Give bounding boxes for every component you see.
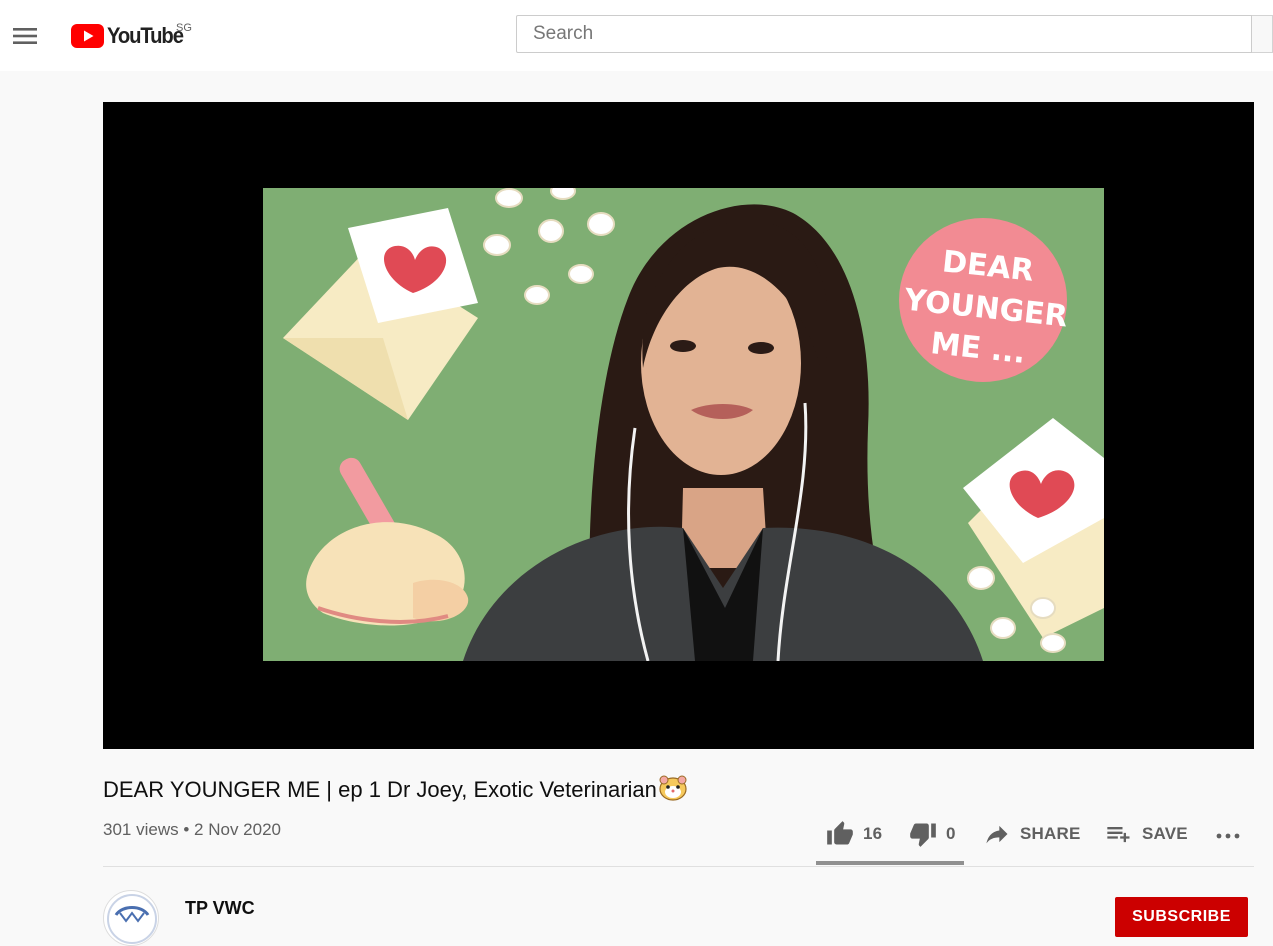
share-button[interactable]: SHARE bbox=[982, 812, 1081, 856]
subscribe-button[interactable]: SUBSCRIBE bbox=[1115, 897, 1248, 937]
masthead: YouTube SG bbox=[0, 0, 1273, 71]
video-actions: 16 0 SHARE SAVE bbox=[816, 812, 1256, 865]
youtube-wordmark: YouTube bbox=[107, 23, 184, 48]
channel-logo-icon bbox=[107, 894, 157, 944]
video-player[interactable]: DEAR YOUNGER ME ... bbox=[103, 102, 1254, 749]
video-meta: 301 views • 2 Nov 2020 bbox=[103, 820, 281, 840]
like-button[interactable]: 16 bbox=[824, 812, 882, 856]
thumbs-up-icon bbox=[827, 821, 853, 845]
playlist-add-icon bbox=[1107, 827, 1130, 843]
share-arrow-icon bbox=[986, 825, 1008, 844]
more-horizontal-icon bbox=[1216, 833, 1240, 839]
hamster-face-icon bbox=[659, 775, 687, 807]
upload-date: 2 Nov 2020 bbox=[194, 820, 281, 839]
video-title-text: DEAR YOUNGER ME | ep 1 Dr Joey, Exotic V… bbox=[103, 777, 657, 802]
like-dislike-sentiment-bar bbox=[816, 861, 964, 865]
sentiment-bar-fill bbox=[816, 861, 964, 865]
search-input[interactable] bbox=[517, 16, 1251, 52]
share-label: SHARE bbox=[1020, 824, 1081, 843]
video-title: DEAR YOUNGER ME | ep 1 Dr Joey, Exotic V… bbox=[103, 775, 687, 807]
guide-menu-button[interactable] bbox=[10, 21, 40, 51]
video-thumbnail-scene: DEAR YOUNGER ME ... bbox=[263, 188, 1104, 661]
view-count: 301 views bbox=[103, 820, 179, 839]
search-button[interactable] bbox=[1252, 15, 1273, 53]
save-label: SAVE bbox=[1142, 824, 1188, 843]
region-code: SG bbox=[176, 22, 192, 34]
meta-separator: • bbox=[183, 820, 190, 839]
hamburger-menu-icon bbox=[13, 28, 37, 44]
youtube-logo[interactable]: YouTube bbox=[71, 19, 189, 53]
more-actions-button[interactable] bbox=[1214, 812, 1242, 856]
video-frame: DEAR YOUNGER ME ... bbox=[263, 188, 1104, 661]
dislike-count: 0 bbox=[946, 824, 956, 843]
dislike-button[interactable]: 0 bbox=[907, 812, 956, 856]
channel-name[interactable]: TP VWC bbox=[185, 898, 255, 919]
channel-avatar[interactable] bbox=[103, 890, 159, 946]
meta-divider bbox=[103, 866, 1254, 867]
search-box bbox=[516, 15, 1252, 53]
save-button[interactable]: SAVE bbox=[1104, 812, 1188, 856]
youtube-play-logo-icon bbox=[71, 24, 104, 48]
like-count: 16 bbox=[863, 824, 883, 843]
thumbs-down-icon bbox=[910, 823, 936, 847]
